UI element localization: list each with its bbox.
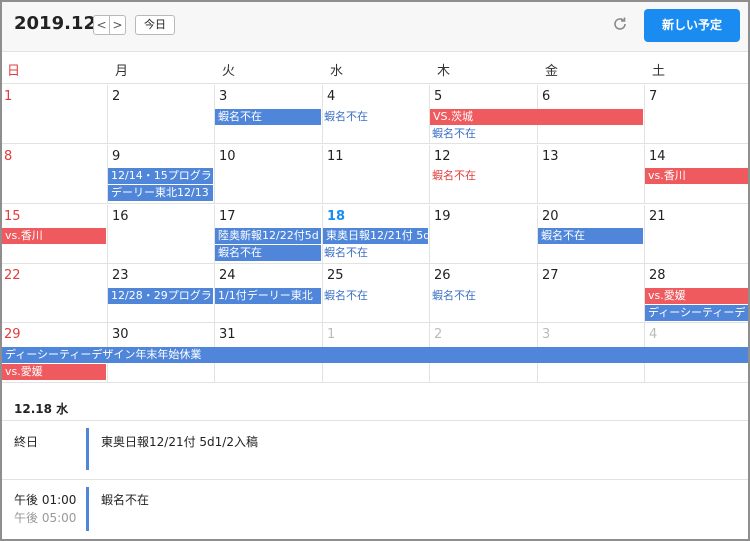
event-bar[interactable]: 蝦名不在 xyxy=(215,245,321,261)
week-row-4: 22 23 24 25 26 27 28 12/28・29プログラ 1/1付デー… xyxy=(2,264,748,323)
day-cell-28[interactable]: 28 xyxy=(649,268,666,283)
day-cell-next-2[interactable]: 2 xyxy=(434,327,442,342)
day-cell-12[interactable]: 12 xyxy=(434,149,451,164)
event-bar[interactable]: VS.茨城 xyxy=(430,109,643,125)
refresh-icon-svg xyxy=(614,17,626,30)
week-row-1: 1 2 3 4 5 6 7 蝦名不在 蝦名不在 VS.茨城 蝦名不在 xyxy=(2,85,748,144)
weekday-thu: 木 xyxy=(437,64,451,79)
event-bar[interactable]: vs.香川 xyxy=(2,228,106,244)
day-cell-2[interactable]: 2 xyxy=(112,89,120,104)
day-cell-30[interactable]: 30 xyxy=(112,327,129,342)
day-cell-22[interactable]: 22 xyxy=(4,268,21,283)
event-bar[interactable]: デーリー東北12/13 xyxy=(108,185,213,201)
day-cell-next-3[interactable]: 3 xyxy=(542,327,550,342)
day-cell-26[interactable]: 26 xyxy=(434,268,451,283)
event-bar[interactable]: 1/1付デーリー東北 xyxy=(215,288,321,304)
event-text[interactable]: 蝦名不在 xyxy=(432,288,536,304)
detail-event-item[interactable]: 午後 01:00 午後 05:00 蝦名不在 xyxy=(2,479,748,539)
event-bar[interactable]: 12/28・29プログラ xyxy=(108,288,213,304)
next-month-button[interactable]: > xyxy=(109,15,126,35)
day-cell-14[interactable]: 14 xyxy=(649,149,666,164)
day-cell-7[interactable]: 7 xyxy=(649,89,657,104)
week-row-5: 29 30 31 1 2 3 4 ディーシーティーデザイン年末年始休業 vs.愛… xyxy=(2,323,748,382)
week-row-2: 8 9 10 11 12 13 14 12/14・15プログラ デーリー東北12… xyxy=(2,145,748,204)
day-cell-27[interactable]: 27 xyxy=(542,268,559,283)
event-title: 蝦名不在 xyxy=(101,493,150,507)
event-bar[interactable]: vs.愛媛 xyxy=(2,364,106,380)
today-button[interactable]: 今日 xyxy=(135,15,175,35)
detail-date: 12.18 水 xyxy=(14,402,69,416)
day-cell-15[interactable]: 15 xyxy=(4,209,21,224)
event-color-bar xyxy=(86,487,89,531)
day-cell-16[interactable]: 16 xyxy=(112,209,129,224)
month-grid: 1 2 3 4 5 6 7 蝦名不在 蝦名不在 VS.茨城 蝦名不在 8 9 1… xyxy=(2,85,748,382)
event-bar[interactable]: ディーシーティーデ xyxy=(645,305,748,321)
day-cell-next-4[interactable]: 4 xyxy=(649,327,657,342)
event-text[interactable]: 蝦名不在 xyxy=(324,245,428,261)
day-cell-31[interactable]: 31 xyxy=(219,327,236,342)
day-cell-5[interactable]: 5 xyxy=(434,89,442,104)
day-cell-23[interactable]: 23 xyxy=(112,268,129,283)
day-cell-24[interactable]: 24 xyxy=(219,268,236,283)
weekday-sun: 日 xyxy=(7,64,21,79)
day-cell-11[interactable]: 11 xyxy=(327,149,344,164)
event-color-bar xyxy=(86,428,89,470)
event-bar[interactable]: 東奥日報12/21付 5d xyxy=(323,228,428,244)
day-cell-6[interactable]: 6 xyxy=(542,89,550,104)
event-start-time: 午後 01:00 xyxy=(14,493,77,507)
event-end-time: 午後 05:00 xyxy=(14,511,77,525)
event-bar[interactable]: 蝦名不在 xyxy=(215,109,321,125)
day-cell-17[interactable]: 17 xyxy=(219,209,236,224)
day-cell-3[interactable]: 3 xyxy=(219,89,227,104)
weekday-tue: 火 xyxy=(222,64,236,79)
event-bar[interactable]: 陸奥新報12/22付5d xyxy=(215,228,321,244)
detail-event-item[interactable]: 終日 東奥日報12/21付 5d1/2入稿 xyxy=(2,420,748,478)
day-cell-4[interactable]: 4 xyxy=(327,89,335,104)
event-text[interactable]: 蝦名不在 xyxy=(432,126,536,142)
calendar-header: 2019.12 < > 今日 新しい予定 xyxy=(2,2,748,52)
event-bar[interactable]: 蝦名不在 xyxy=(538,228,643,244)
day-cell-1[interactable]: 1 xyxy=(4,89,12,104)
weekday-fri: 金 xyxy=(545,64,559,79)
event-title: 東奥日報12/21付 5d1/2入稿 xyxy=(101,435,258,449)
weekday-mon: 月 xyxy=(115,64,129,79)
day-cell-25[interactable]: 25 xyxy=(327,268,344,283)
event-bar-span[interactable]: ディーシーティーデザイン年末年始休業 xyxy=(2,347,748,363)
week-row-3: 15 16 17 18 19 20 21 vs.香川 陸奥新報12/22付5d … xyxy=(2,205,748,264)
event-text[interactable]: 蝦名不在 xyxy=(432,168,536,184)
refresh-icon[interactable] xyxy=(610,16,630,36)
day-cell-29[interactable]: 29 xyxy=(4,327,21,342)
weekday-sat: 土 xyxy=(652,64,666,79)
day-cell-13[interactable]: 13 xyxy=(542,149,559,164)
day-cell-18-today[interactable]: 18 xyxy=(327,209,345,224)
event-time: 終日 xyxy=(14,435,39,449)
day-cell-next-1[interactable]: 1 xyxy=(327,327,335,342)
event-bar[interactable]: vs.香川 xyxy=(645,168,748,184)
weekday-wed: 水 xyxy=(330,64,344,79)
new-event-button[interactable]: 新しい予定 xyxy=(644,9,740,42)
day-cell-19[interactable]: 19 xyxy=(434,209,451,224)
day-cell-9[interactable]: 9 xyxy=(112,149,120,164)
event-bar[interactable]: 12/14・15プログラ xyxy=(108,168,213,184)
day-cell-21[interactable]: 21 xyxy=(649,209,666,224)
month-title: 2019.12 xyxy=(14,13,96,34)
event-text[interactable]: 蝦名不在 xyxy=(324,288,428,304)
event-text[interactable]: 蝦名不在 xyxy=(324,109,428,125)
day-detail-panel: 12.18 水 終日 東奥日報12/21付 5d1/2入稿 午後 01:00 午… xyxy=(2,382,748,539)
day-cell-8[interactable]: 8 xyxy=(4,149,12,164)
prev-month-button[interactable]: < xyxy=(93,15,110,35)
day-cell-10[interactable]: 10 xyxy=(219,149,236,164)
weekday-row: 日 月 火 水 木 金 土 xyxy=(2,53,748,84)
event-bar[interactable]: vs.愛媛 xyxy=(645,288,748,304)
calendar-window: 2019.12 < > 今日 新しい予定 日 月 火 水 木 金 土 1 2 3… xyxy=(2,2,748,539)
day-cell-20[interactable]: 20 xyxy=(542,209,559,224)
